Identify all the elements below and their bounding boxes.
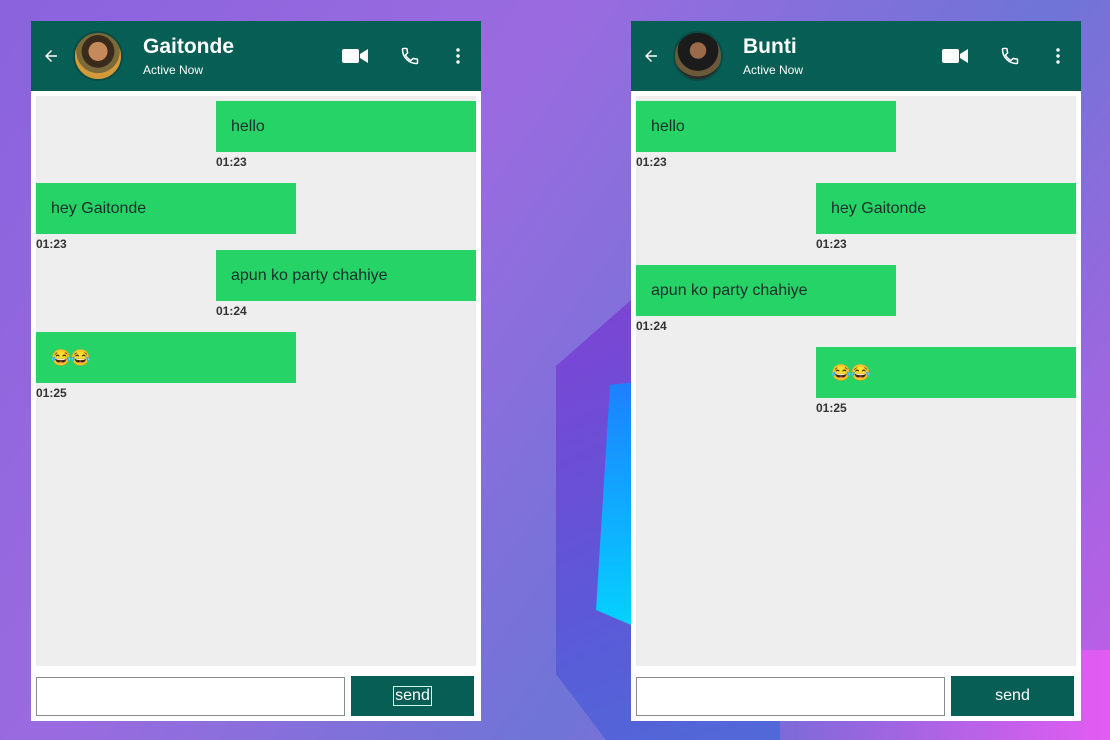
back-arrow-icon[interactable] bbox=[41, 46, 61, 66]
message-bubble: 😂😂 bbox=[816, 347, 1076, 398]
chat-window-gaitonde: Gaitonde Active Now hello 01:23 hey Gait… bbox=[31, 21, 481, 721]
message-time: 01:25 bbox=[36, 386, 67, 400]
message-incoming: hello 01:23 bbox=[636, 101, 896, 169]
contact-name: Bunti bbox=[743, 35, 797, 58]
message-time: 01:23 bbox=[36, 237, 67, 251]
chat-header: Gaitonde Active Now bbox=[31, 21, 481, 91]
chat-window-bunti: Bunti Active Now hello 01:23 hey Gaitond… bbox=[631, 21, 1081, 721]
message-bubble: hello bbox=[636, 101, 896, 152]
message-incoming: apun ko party chahiye 01:24 bbox=[636, 265, 896, 333]
contact-status: Active Now bbox=[743, 63, 804, 77]
contact-info: Gaitonde Active Now bbox=[143, 35, 234, 77]
back-arrow-icon[interactable] bbox=[641, 46, 661, 66]
header-actions bbox=[941, 21, 1063, 91]
message-composer: send bbox=[631, 676, 1081, 716]
message-incoming: 😂😂 01:25 bbox=[36, 332, 296, 400]
message-time: 01:25 bbox=[816, 401, 847, 415]
message-outgoing: 😂😂 01:25 bbox=[816, 347, 1076, 415]
chat-header: Bunti Active Now bbox=[631, 21, 1081, 91]
message-time: 01:23 bbox=[816, 237, 847, 251]
message-time: 01:23 bbox=[216, 155, 247, 169]
message-outgoing: hey Gaitonde 01:23 bbox=[816, 183, 1076, 251]
video-camera-icon[interactable] bbox=[941, 48, 969, 64]
message-input[interactable] bbox=[36, 676, 345, 716]
message-bubble: hello bbox=[216, 101, 476, 152]
more-vertical-icon[interactable] bbox=[453, 48, 463, 64]
avatar[interactable] bbox=[673, 31, 723, 81]
message-outgoing: apun ko party chahiye 01:24 bbox=[216, 250, 476, 318]
avatar[interactable] bbox=[73, 31, 123, 81]
contact-info: Bunti Active Now bbox=[743, 35, 803, 77]
message-bubble: apun ko party chahiye bbox=[636, 265, 896, 316]
message-list[interactable]: hello 01:23 hey Gaitonde 01:23 apun ko p… bbox=[636, 96, 1076, 666]
message-time: 01:23 bbox=[636, 155, 667, 169]
message-incoming: hey Gaitonde 01:23 bbox=[36, 183, 296, 251]
phone-icon[interactable] bbox=[399, 46, 421, 66]
message-composer: send bbox=[31, 676, 481, 716]
contact-status: Active Now bbox=[143, 63, 204, 77]
message-bubble: 😂😂 bbox=[36, 332, 296, 383]
message-bubble: hey Gaitonde bbox=[816, 183, 1076, 234]
send-button-label: send bbox=[393, 686, 432, 706]
message-list[interactable]: hello 01:23 hey Gaitonde 01:23 apun ko p… bbox=[36, 96, 476, 666]
message-time: 01:24 bbox=[216, 304, 247, 318]
more-vertical-icon[interactable] bbox=[1053, 48, 1063, 64]
phone-icon[interactable] bbox=[999, 46, 1021, 66]
send-button-label: send bbox=[995, 687, 1030, 704]
send-button[interactable]: send bbox=[951, 676, 1074, 716]
message-time: 01:24 bbox=[636, 319, 667, 333]
message-bubble: hey Gaitonde bbox=[36, 183, 296, 234]
header-actions bbox=[341, 21, 463, 91]
message-outgoing: hello 01:23 bbox=[216, 101, 476, 169]
message-bubble: apun ko party chahiye bbox=[216, 250, 476, 301]
video-camera-icon[interactable] bbox=[341, 48, 369, 64]
message-input[interactable] bbox=[636, 676, 945, 716]
send-button[interactable]: send bbox=[351, 676, 474, 716]
contact-name: Gaitonde bbox=[143, 35, 235, 58]
